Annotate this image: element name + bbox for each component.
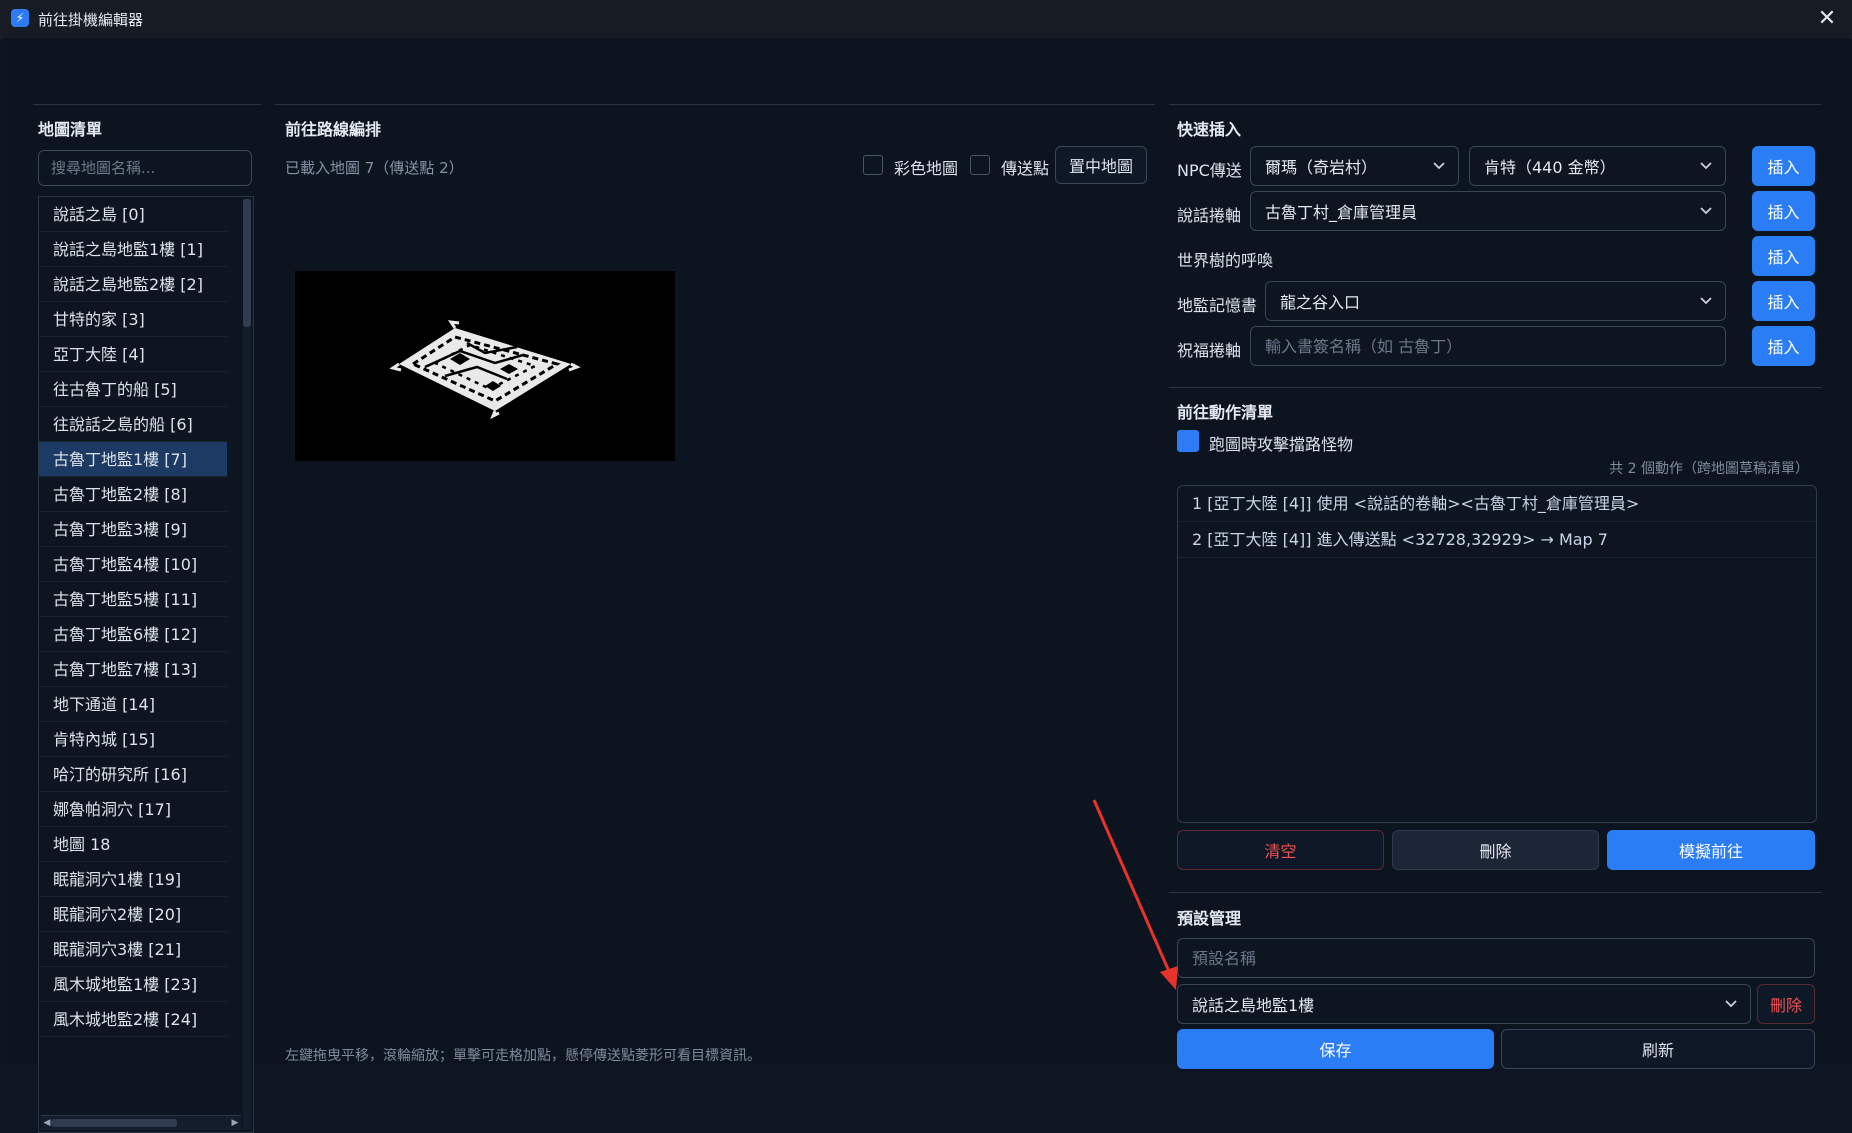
talk-scroll-select[interactable]: 古魯丁村_倉庫管理員 — [1250, 191, 1726, 231]
attack-monsters-label: 跑圖時攻擊擋路怪物 — [1209, 435, 1354, 454]
memory-book-select[interactable]: 龍之谷入口 — [1265, 281, 1726, 321]
map-list-item[interactable]: 說話之島地監1樓 [1] — [39, 232, 227, 267]
npc-teleport-label: NPC傳送 — [1177, 161, 1242, 180]
refresh-presets-button[interactable]: 刷新 — [1501, 1029, 1815, 1069]
action-row[interactable]: 2 [亞丁大陸 [4]] 進入傳送點 <32728,32929> → Map 7 — [1178, 522, 1816, 558]
map-list-item[interactable]: 眠龍洞穴3樓 [21] — [39, 932, 227, 967]
map-render — [389, 320, 581, 420]
quick-insert-title: 快速插入 — [1177, 120, 1242, 139]
map-list-item[interactable]: 古魯丁地監6樓 [12] — [39, 617, 227, 652]
bless-scroll-label: 祝福捲軸 — [1177, 341, 1242, 360]
delete-action-button[interactable]: 刪除 — [1392, 830, 1599, 870]
map-list-item[interactable]: 甘特的家 [3] — [39, 302, 227, 337]
action-list-title: 前往動作清單 — [1177, 403, 1274, 422]
map-list-panel: 地圖清單 說話之島 [0]說話之島地監1樓 [1]說話之島地監2樓 [2]甘特的… — [29, 104, 261, 1133]
map-list: 說話之島 [0] 說話之島地監1樓 [1] 說話之島地監2樓 [2] 甘特的家 [3]… — [38, 196, 254, 1133]
preset-name-input[interactable] — [1177, 938, 1815, 978]
route-editor-panel: 前往路線編排 已載入地圖 7（傳送點 2） 彩色地圖 傳送點 置中地圖 左鍵拖曳… — [275, 104, 1155, 1064]
center-map-button[interactable]: 置中地圖 — [1055, 146, 1147, 184]
map-list-item[interactable]: 古魯丁地監3樓 [9] — [39, 512, 227, 547]
map-list-item[interactable]: 肯特內城 [15] — [39, 722, 227, 757]
simulate-go-button[interactable]: 模擬前往 — [1607, 830, 1815, 870]
preset-title: 預設管理 — [1177, 909, 1242, 928]
preset-select[interactable]: 說話之島地監1樓 — [1177, 984, 1751, 1024]
map-list-item[interactable]: 風木城地監1樓 [23] — [39, 967, 227, 1002]
title-bar: ⚡ 前往掛機編輯器 ✕ — [0, 0, 1852, 39]
color-map-checkbox[interactable] — [863, 155, 883, 175]
map-canvas[interactable] — [295, 271, 675, 461]
memory-book-label: 地監記憶書 — [1177, 296, 1258, 315]
map-list-title: 地圖清單 — [38, 120, 103, 139]
action-list[interactable]: 1 [亞丁大陸 [4]] 使用 <說話的卷軸><古魯丁村_倉庫管理員> 2 [亞丁… — [1177, 485, 1817, 823]
npc-destination-select[interactable]: 肯特（440 金幣） — [1469, 146, 1726, 186]
map-search-input[interactable] — [38, 150, 252, 186]
memory-book-value: 龍之谷入口 — [1280, 293, 1361, 312]
teleport-checkbox[interactable] — [970, 155, 990, 175]
chevron-down-icon — [1433, 162, 1445, 170]
talk-scroll-value: 古魯丁村_倉庫管理員 — [1265, 203, 1418, 222]
teleport-label: 傳送點 — [1001, 159, 1050, 178]
map-list-item[interactable]: 說話之島地監2樓 [2] — [39, 267, 227, 302]
map-list-item[interactable]: 古魯丁地監2樓 [8] — [39, 477, 227, 512]
color-map-label: 彩色地圖 — [894, 159, 959, 178]
close-icon[interactable]: ✕ — [1814, 5, 1840, 31]
map-list-item[interactable]: 風木城地監2樓 [24] — [39, 1002, 227, 1037]
action-row[interactable]: 1 [亞丁大陸 [4]] 使用 <說話的卷軸><古魯丁村_倉庫管理員> — [1178, 486, 1816, 522]
chevron-down-icon — [1700, 207, 1712, 215]
insert-bless-button[interactable]: 插入 — [1752, 326, 1815, 366]
loaded-map-status: 已載入地圖 7（傳送點 2） — [285, 159, 464, 177]
scroll-right-icon[interactable]: ▶ — [229, 1116, 241, 1130]
chevron-down-icon — [1700, 297, 1712, 305]
insert-scroll-button[interactable]: 插入 — [1752, 191, 1815, 231]
map-list-item[interactable]: 地圖 18 — [39, 827, 227, 862]
attack-monsters-checkbox[interactable] — [1177, 430, 1199, 452]
map-list-item[interactable]: 古魯丁地監4樓 [10] — [39, 547, 227, 582]
quick-insert-panel: 快速插入 NPC傳送 爾瑪（奇岩村） 肯特（440 金幣） 插入 說話捲軸 古魯… — [1169, 104, 1821, 1069]
map-usage-hint: 左鍵拖曳平移，滾輪縮放；單擊可走格加點，懸停傳送點菱形可看目標資訊。 — [285, 1048, 761, 1064]
talk-scroll-label: 說話捲軸 — [1177, 206, 1242, 225]
chevron-down-icon — [1725, 1000, 1737, 1008]
map-list-item[interactable]: 古魯丁地監7樓 [13] — [39, 652, 227, 687]
world-tree-label: 世界樹的呼喚 — [1177, 251, 1274, 270]
chevron-down-icon — [1700, 162, 1712, 170]
map-list-item[interactable]: 娜魯帕洞穴 [17] — [39, 792, 227, 827]
clear-button[interactable]: 清空 — [1177, 830, 1384, 870]
map-list-item[interactable]: 說話之島 [0] — [39, 197, 227, 232]
preset-select-value: 說話之島地監1樓 — [1192, 996, 1315, 1015]
npc-select-value: 爾瑪（奇岩村） — [1265, 158, 1378, 177]
insert-world-tree-button[interactable]: 插入 — [1752, 236, 1815, 276]
window-body: 地圖清單 說話之島 [0]說話之島地監1樓 [1]說話之島地監2樓 [2]甘特的… — [1, 38, 1851, 1133]
insert-memory-book-button[interactable]: 插入 — [1752, 281, 1815, 321]
npc-destination-value: 肯特（440 金幣） — [1484, 158, 1616, 177]
npc-select[interactable]: 爾瑪（奇岩村） — [1250, 146, 1459, 186]
map-list-item[interactable]: 地下通道 [14] — [39, 687, 227, 722]
save-preset-button[interactable]: 保存 — [1177, 1029, 1494, 1069]
map-list-item[interactable]: 眠龍洞穴1樓 [19] — [39, 862, 227, 897]
map-list-item[interactable]: 亞丁大陸 [4] — [39, 337, 227, 372]
route-editor-title: 前往路線編排 — [285, 120, 382, 139]
delete-preset-button[interactable]: 刪除 — [1757, 984, 1815, 1024]
lightning-icon: ⚡ — [11, 9, 29, 27]
map-list-vscroll[interactable] — [243, 199, 251, 1129]
insert-npc-button[interactable]: 插入 — [1752, 146, 1815, 186]
map-list-item[interactable]: 往古魯丁的船 [5] — [39, 372, 227, 407]
action-count: 共 2 個動作（跨地圖草稿清單） — [1609, 461, 1809, 477]
map-list-item[interactable]: 往說話之島的船 [6] — [39, 407, 227, 442]
map-list-hscroll[interactable]: ◀ ▶ — [41, 1115, 241, 1130]
map-list-item[interactable]: 古魯丁地監5樓 [11] — [39, 582, 227, 617]
window-title: 前往掛機編輯器 — [38, 11, 144, 29]
map-list-item[interactable]: 古魯丁地監1樓 [7] — [39, 442, 227, 477]
map-list-item[interactable]: 眠龍洞穴2樓 [20] — [39, 897, 227, 932]
bookmark-name-input[interactable] — [1250, 326, 1726, 366]
map-list-item[interactable]: 哈汀的研究所 [16] — [39, 757, 227, 792]
